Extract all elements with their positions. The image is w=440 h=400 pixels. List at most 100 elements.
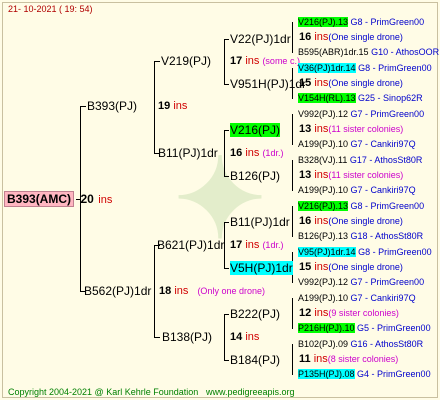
ins-count: 16 <box>299 215 312 227</box>
leaf-label: P135H(PJ).08 <box>298 369 355 379</box>
gen4-leaf[interactable]: V992(PJ).12 G7 - PrimGreen00 <box>298 275 424 289</box>
ins-count: 16 <box>299 31 312 43</box>
leaf-label: V36(PJ)1dr.14 <box>298 63 356 73</box>
leaf-label: A199(PJ).10 <box>298 185 349 195</box>
leaf-label: B126(PJ).13 <box>298 231 349 241</box>
ins-note: (1dr.) <box>262 148 284 158</box>
gen4-leaf[interactable]: V992(PJ).12 G7 - PrimGreen00 <box>298 107 424 121</box>
gen4-leaf[interactable]: A199(PJ).10 G7 - Cankiri97Q <box>298 291 416 305</box>
gen3-node[interactable]: V22(PJ)1dr <box>230 32 291 46</box>
gen4-leaf[interactable]: B595(ABR)1dr.15 G10 - AthosOOR <box>298 45 439 59</box>
connector-line <box>80 106 86 107</box>
gen3-node[interactable]: V216(PJ) <box>230 123 281 137</box>
ins-count: 16 <box>230 147 243 159</box>
gen4-leaf[interactable]: V216(PJ).13 G8 - PrimGreen00 <box>298 199 424 213</box>
ins-count: 14 <box>230 331 243 343</box>
leaf-label: B595(ABR)1dr.15 <box>298 47 369 57</box>
ins-count: 15 <box>299 77 312 89</box>
leaf-label: V992(PJ).12 <box>298 277 349 287</box>
gen3-node[interactable]: B184(PJ) <box>230 353 280 367</box>
leaf-label: A199(PJ).10 <box>298 139 349 149</box>
node-label: B11(PJ)1dr <box>158 146 218 160</box>
gen4-leaf[interactable]: V216(PJ).13 G8 - PrimGreen00 <box>298 15 424 29</box>
ins-count: 11 <box>299 353 311 365</box>
ins-label: ins <box>314 307 329 319</box>
site-link[interactable]: www.pedigreeapis.org <box>206 385 295 399</box>
leaf-tag: G10 - AthosOOR <box>371 47 440 57</box>
node-label: B621(PJ)1dr <box>157 238 225 252</box>
gen3-count: 15 ins(One single drone) <box>299 260 403 274</box>
ins-label: ins <box>245 147 260 159</box>
ins-count: 13 <box>299 169 312 181</box>
gen3-node[interactable]: B126(PJ) <box>230 169 280 183</box>
gen4-leaf[interactable]: V95(PJ)1dr.14 G8 - PrimGreen00 <box>298 245 432 259</box>
leaf-label: V216(PJ).13 <box>298 201 349 211</box>
ins-note: (1dr.) <box>262 240 284 250</box>
node-label: B184(PJ) <box>230 353 281 367</box>
gen4-leaf[interactable]: A199(PJ).10 G7 - Cankiri97Q <box>298 183 416 197</box>
gen4-leaf[interactable]: V36(PJ)1dr.14 G8 - PrimGreen00 <box>298 61 432 75</box>
ins-label: ins <box>314 31 329 43</box>
ins-label: ins <box>245 331 260 343</box>
gen2-count: 17 ins (1dr.) <box>230 238 283 252</box>
gen3-node[interactable]: B11(PJ)1dr <box>230 215 290 229</box>
gen3-count: 13 ins(11 sister colonies) <box>299 122 403 136</box>
ins-count: 13 <box>299 123 312 135</box>
gen1-count-sire: 19 ins <box>158 99 187 113</box>
ins-count: 15 <box>299 261 312 273</box>
connector-line <box>154 61 155 154</box>
ins-note: (One single drone) <box>328 32 403 42</box>
gen2-node[interactable]: B621(PJ)1dr <box>157 238 224 252</box>
leaf-label: P216H(PJ).10 <box>298 323 355 333</box>
gen4-leaf[interactable]: V154H(RL).13 G25 - Sinop62R <box>298 91 423 105</box>
node-label: V216(PJ) <box>230 123 281 137</box>
ins-label: ins <box>314 169 329 181</box>
connector-line <box>292 344 293 375</box>
root-ins: ins <box>98 194 113 206</box>
gen4-leaf[interactable]: B126(PJ).13 G18 - AthosSt80R <box>298 229 423 243</box>
gen3-count: 16 ins(One single drone) <box>299 214 403 228</box>
gen1-node-sire[interactable]: B393(PJ) <box>87 99 137 113</box>
leaf-tag: G5 - PrimGreen00 <box>357 323 431 333</box>
ins-count: 19 <box>158 100 171 112</box>
connector-line <box>224 130 225 177</box>
gen2-node[interactable]: B11(PJ)1dr <box>158 146 218 160</box>
gen3-node[interactable]: V951H(PJ)1dr <box>230 77 306 91</box>
gen4-leaf[interactable]: A199(PJ).10 G7 - Cankiri97Q <box>298 137 416 151</box>
gen2-node[interactable]: B138(PJ) <box>162 330 212 344</box>
leaf-tag: G25 - Sinop62R <box>358 93 423 103</box>
gen3-node[interactable]: B222(PJ) <box>230 307 280 321</box>
gen1-node-dam[interactable]: B562(PJ)1dr <box>84 284 151 298</box>
leaf-tag: G7 - PrimGreen00 <box>350 277 425 287</box>
connector-line <box>224 314 229 315</box>
connector-line <box>292 206 293 237</box>
gen2-node[interactable]: V219(PJ) <box>161 54 211 68</box>
gen3-node[interactable]: V5H(PJ)1dr <box>230 261 293 275</box>
ins-note: (One single drone) <box>328 262 403 272</box>
leaf-tag: G8 - PrimGreen00 <box>350 201 425 211</box>
gen4-leaf[interactable]: P135H(PJ).08 G4 - PrimGreen00 <box>298 367 431 381</box>
ins-label: ins <box>314 77 329 89</box>
node-label: B562(PJ)1dr <box>84 284 152 298</box>
connector-line <box>224 360 229 361</box>
connector-line <box>154 245 155 338</box>
gen4-leaf[interactable]: B328(VJ).11 G17 - AthosSt80R <box>298 153 422 167</box>
leaf-label: V992(PJ).12 <box>298 109 349 119</box>
gen4-leaf[interactable]: P216H(PJ).10 G5 - PrimGreen00 <box>298 321 431 335</box>
connector-line <box>292 160 293 191</box>
gen2-count: 16 ins (1dr.) <box>230 146 283 160</box>
gen4-leaf[interactable]: B102(PJ).09 G16 - AthosSt80R <box>298 337 423 351</box>
connector-line <box>224 222 229 223</box>
node-label: V219(PJ) <box>161 54 212 68</box>
connector-line <box>224 39 225 85</box>
leaf-tag: G8 - PrimGreen00 <box>358 63 432 73</box>
ins-label: ins <box>314 123 329 135</box>
root-node[interactable]: B393(AMC) 20 ins <box>4 191 113 207</box>
leaf-tag: G4 - PrimGreen00 <box>357 369 431 379</box>
node-label: B138(PJ) <box>162 330 213 344</box>
connector-line <box>292 114 293 145</box>
connector-line <box>154 61 160 62</box>
ins-label: ins <box>314 215 329 227</box>
ins-label: ins <box>173 100 188 112</box>
leaf-label: V154H(RL).13 <box>298 93 356 103</box>
